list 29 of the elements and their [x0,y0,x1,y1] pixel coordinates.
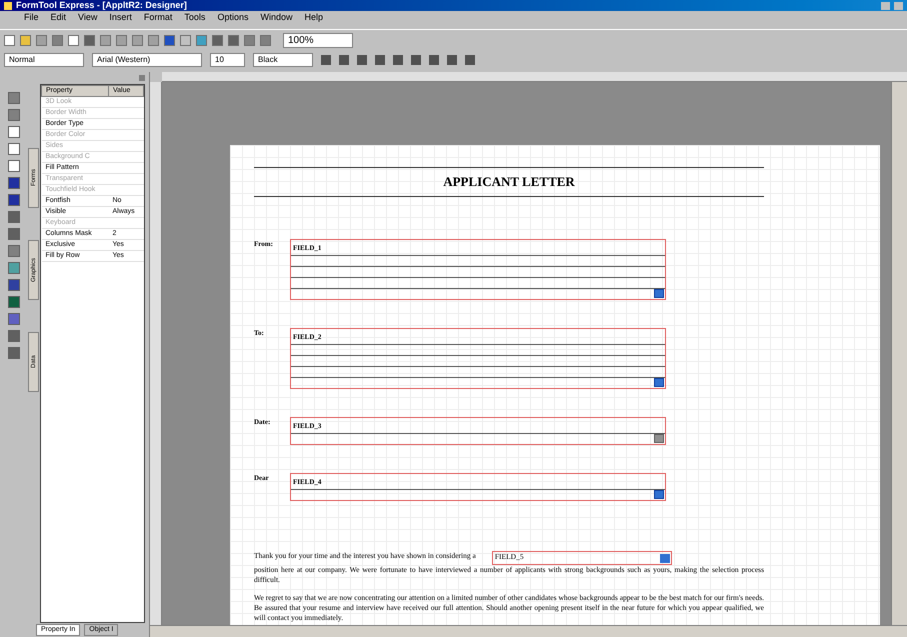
menu-item[interactable]: Tools [184,11,206,25]
close-button[interactable] [894,2,903,10]
menu-item[interactable]: Edit [50,11,66,25]
style-dropdown[interactable]: Normal [4,53,84,67]
menu-item[interactable]: File [24,11,39,25]
toolbar-icon[interactable] [20,35,31,46]
menu-item[interactable]: Options [217,11,248,25]
horizontal-scrollbar[interactable] [150,625,907,637]
tool-icon[interactable] [8,126,20,138]
zoom-dropdown[interactable]: 100% [283,33,353,48]
menu-item[interactable]: View [78,11,98,25]
tool-icon[interactable] [8,160,20,172]
menu-item[interactable]: Insert [109,11,132,25]
field-icon [660,554,670,562]
color-dropdown[interactable]: Black [253,53,313,67]
window-title: FormTool Express - [AppltR2: Designer] [16,1,187,10]
toolbar-icon[interactable] [180,35,191,46]
minimize-button[interactable] [881,2,890,10]
tool-icon[interactable] [8,143,20,155]
form-title: APPLICANT LETTER [443,174,575,189]
menu-item[interactable]: Window [260,11,292,25]
font-size-dropdown[interactable]: 10 [210,53,245,67]
toolbar-icon[interactable] [4,35,15,46]
vertical-scrollbar[interactable] [891,82,907,625]
app-icon [4,2,12,10]
menu-item[interactable]: Format [144,11,172,25]
toolbar-icon[interactable] [68,35,79,46]
menu-item[interactable]: Help [304,11,323,25]
font-dropdown[interactable]: Arial (Western) [92,53,202,67]
